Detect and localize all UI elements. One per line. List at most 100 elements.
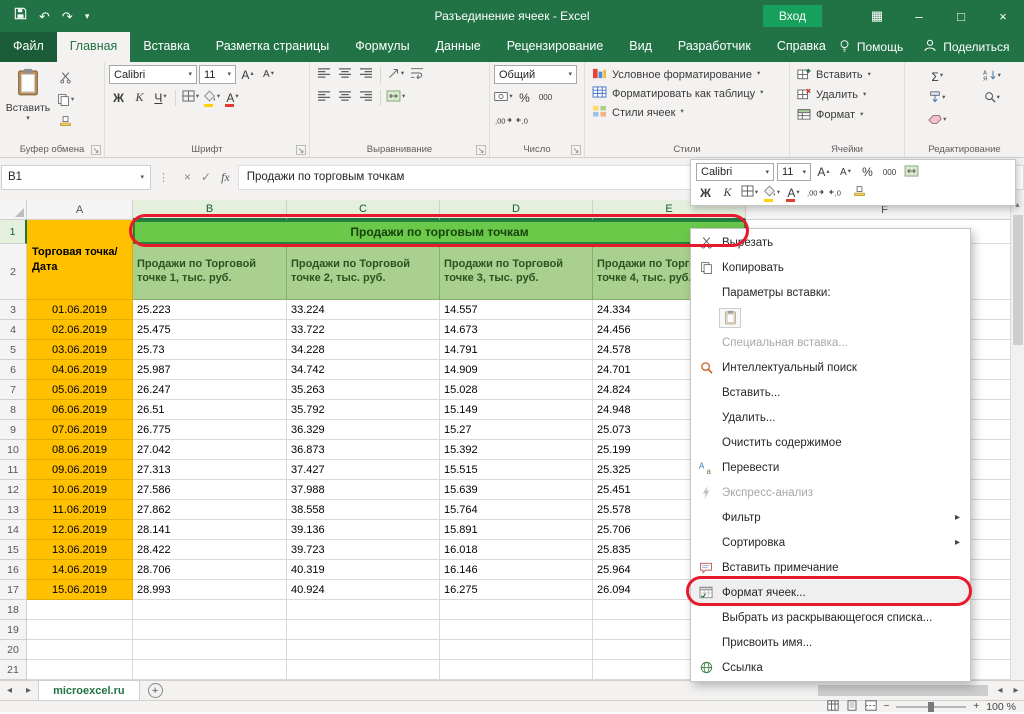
row-header[interactable]: 7: [0, 380, 27, 400]
value-cell[interactable]: 25.475: [133, 320, 287, 340]
tab-Разработчик[interactable]: Разработчик: [665, 32, 764, 62]
select-all-corner[interactable]: [0, 200, 27, 220]
tab-Вставка[interactable]: Вставка: [130, 32, 202, 62]
empty-cell[interactable]: [27, 600, 133, 620]
row-header[interactable]: 10: [0, 440, 27, 460]
value-cell[interactable]: 27.586: [133, 480, 287, 500]
zoom-slider[interactable]: [896, 706, 966, 708]
close-button[interactable]: ×: [982, 0, 1024, 32]
mini-merge-button[interactable]: [902, 163, 921, 182]
clear-button[interactable]: ▾: [913, 111, 962, 130]
empty-cell[interactable]: [287, 620, 440, 640]
date-cell[interactable]: 07.06.2019: [27, 420, 133, 440]
column-header-C[interactable]: C: [287, 200, 440, 220]
value-cell[interactable]: 14.909: [440, 360, 593, 380]
tab-Рецензирование[interactable]: Рецензирование: [494, 32, 617, 62]
date-cell[interactable]: 14.06.2019: [27, 560, 133, 580]
value-cell[interactable]: 25.987: [133, 360, 287, 380]
date-cell[interactable]: 02.06.2019: [27, 320, 133, 340]
empty-cell[interactable]: [133, 640, 287, 660]
value-cell[interactable]: 27.862: [133, 500, 287, 520]
menu-item-paste-options-label[interactable]: Параметры вставки:: [691, 280, 970, 305]
menu-item-insert[interactable]: Вставить...: [691, 380, 970, 405]
value-cell[interactable]: 26.51: [133, 400, 287, 420]
sheet-nav-left-icon[interactable]: ◂: [0, 681, 19, 700]
zoom-in-button[interactable]: +: [973, 701, 979, 712]
sheet-nav-right-icon[interactable]: ▸: [19, 681, 38, 700]
zoom-level[interactable]: 100 %: [986, 701, 1016, 713]
value-cell[interactable]: 15.764: [440, 500, 593, 520]
date-cell[interactable]: 09.06.2019: [27, 460, 133, 480]
value-cell[interactable]: 39.723: [287, 540, 440, 560]
page-layout-view-icon[interactable]: [846, 700, 858, 714]
table-header-cell[interactable]: Продажи по Торговой точке 1, тыс. руб.: [133, 244, 287, 300]
empty-cell[interactable]: [133, 620, 287, 640]
tab-Формулы[interactable]: Формулы: [342, 32, 422, 62]
value-cell[interactable]: 27.042: [133, 440, 287, 460]
date-cell[interactable]: 08.06.2019: [27, 440, 133, 460]
hscroll-right-icon[interactable]: ▸: [1008, 685, 1024, 696]
zoom-slider-thumb[interactable]: [928, 702, 934, 712]
add-sheet-button[interactable]: +: [148, 683, 163, 698]
conditional-formatting-button[interactable]: Условное форматирование ▾: [589, 65, 785, 84]
value-cell[interactable]: 40.924: [287, 580, 440, 600]
delete-cells-button[interactable]: Удалить ▾: [794, 85, 900, 105]
insert-cells-button[interactable]: Вставить ▾: [794, 65, 900, 85]
font-color-button[interactable]: А▾: [223, 88, 242, 107]
help-label[interactable]: Помощь: [857, 40, 903, 54]
value-cell[interactable]: 15.028: [440, 380, 593, 400]
value-cell[interactable]: 14.791: [440, 340, 593, 360]
mini-percent-button[interactable]: %: [858, 163, 877, 182]
menu-item-define-name[interactable]: Присвоить имя...: [691, 630, 970, 655]
value-cell[interactable]: 25.223: [133, 300, 287, 320]
empty-cell[interactable]: [287, 600, 440, 620]
value-cell[interactable]: 40.319: [287, 560, 440, 580]
tab-Файл[interactable]: Файл: [0, 32, 57, 62]
sign-in-button[interactable]: Вход: [763, 5, 822, 27]
row-header[interactable]: 18: [0, 600, 27, 620]
row-header[interactable]: 6: [0, 360, 27, 380]
date-cell[interactable]: 15.06.2019: [27, 580, 133, 600]
value-cell[interactable]: 15.27: [440, 420, 593, 440]
align-right-button[interactable]: [356, 88, 375, 107]
row-header[interactable]: 8: [0, 400, 27, 420]
align-left-button[interactable]: [314, 88, 333, 107]
orientation-button[interactable]: ▾: [386, 65, 405, 84]
mini-font-size-select[interactable]: 11▾: [777, 163, 811, 181]
value-cell[interactable]: 35.792: [287, 400, 440, 420]
qat-customize-icon[interactable]: ▾: [85, 12, 90, 21]
date-cell[interactable]: 11.06.2019: [27, 500, 133, 520]
date-cell[interactable]: 04.06.2019: [27, 360, 133, 380]
menu-item-clear-contents[interactable]: Очистить содержимое: [691, 430, 970, 455]
date-cell[interactable]: 05.06.2019: [27, 380, 133, 400]
menu-item-format-cells[interactable]: Формат ячеек...: [691, 580, 970, 605]
italic-button[interactable]: К: [130, 88, 149, 107]
row-header[interactable]: 15: [0, 540, 27, 560]
scroll-up-icon[interactable]: ▴: [1015, 200, 1019, 209]
value-cell[interactable]: 34.742: [287, 360, 440, 380]
value-cell[interactable]: 15.515: [440, 460, 593, 480]
value-cell[interactable]: 16.146: [440, 560, 593, 580]
fill-color-button[interactable]: ▾: [202, 88, 221, 107]
mini-bold-button[interactable]: Ж: [696, 183, 715, 202]
sheet-tab-active[interactable]: microexcel.ru: [38, 681, 140, 700]
value-cell[interactable]: 15.149: [440, 400, 593, 420]
cut-button[interactable]: [56, 69, 75, 88]
mini-borders-button[interactable]: ▾: [740, 183, 759, 202]
vertical-scrollbar[interactable]: ▴: [1010, 200, 1024, 680]
mini-font-color-button[interactable]: А▾: [784, 183, 803, 202]
mini-italic-button[interactable]: К: [718, 183, 737, 202]
empty-cell[interactable]: [133, 660, 287, 680]
row-header[interactable]: 17: [0, 580, 27, 600]
font-name-select[interactable]: Calibri ▾: [109, 65, 197, 84]
zoom-out-button[interactable]: −: [884, 701, 890, 712]
empty-cell[interactable]: [440, 620, 593, 640]
empty-cell[interactable]: [287, 660, 440, 680]
valign-bottom-button[interactable]: [356, 65, 375, 84]
undo-icon[interactable]: ↶: [39, 10, 50, 23]
menu-item-smart-lookup[interactable]: Интеллектуальный поиск: [691, 355, 970, 380]
value-cell[interactable]: 38.558: [287, 500, 440, 520]
sort-filter-button[interactable]: АЯ▾: [968, 67, 1017, 86]
enter-check-icon[interactable]: ✓: [201, 170, 211, 184]
value-cell[interactable]: 14.673: [440, 320, 593, 340]
